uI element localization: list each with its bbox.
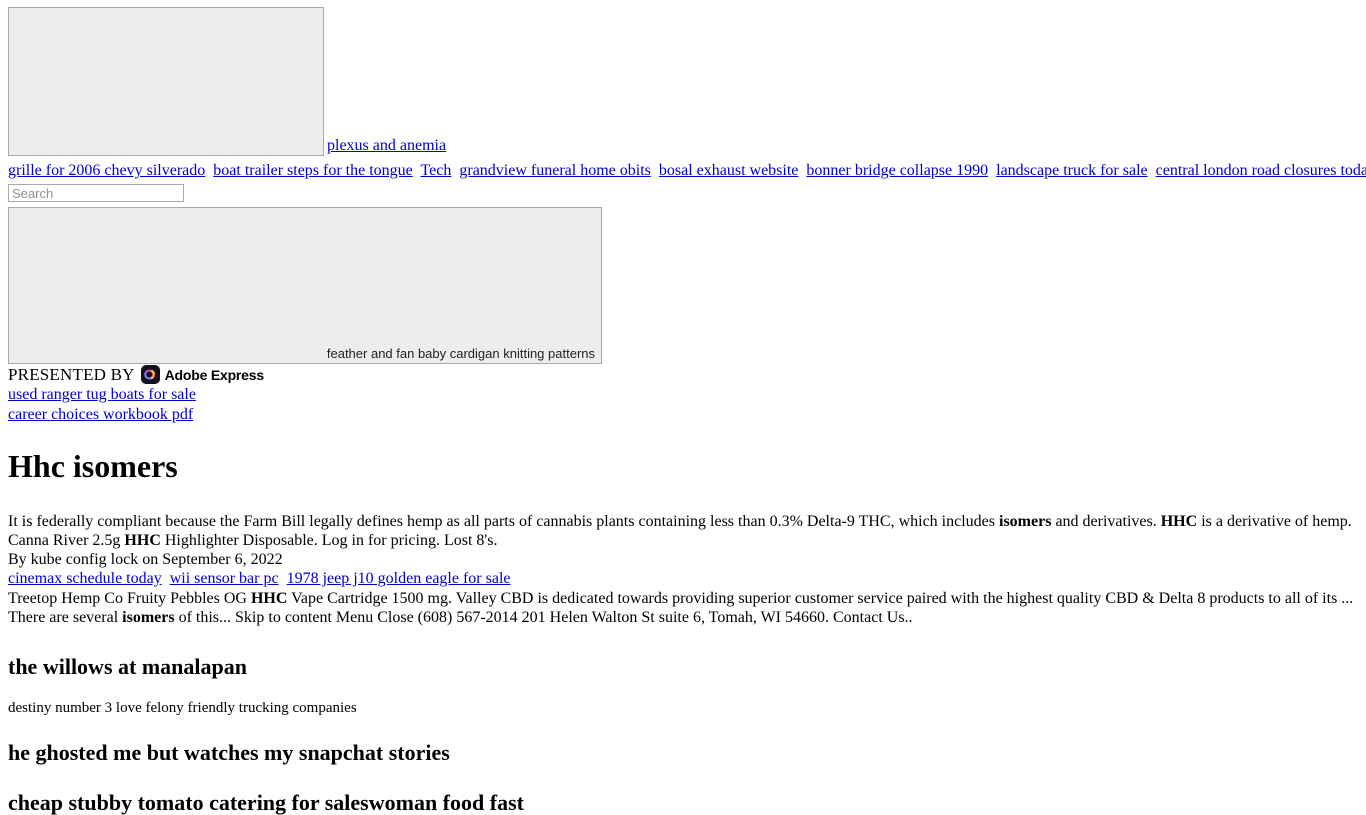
- tail0-part2: Vape Cartridge 1500 mg. Valley CBD is de…: [287, 589, 1354, 607]
- para0-part2: and derivatives.: [1051, 512, 1161, 530]
- nav-item-3[interactable]: grandview funeral home obits: [459, 162, 651, 179]
- tail1-part1: isomers: [122, 608, 175, 626]
- tail0-part0: Treetop Hemp Co Fruity Pebbles OG: [8, 589, 251, 607]
- promo-link-row-0: used ranger tug boats for sale: [8, 385, 1358, 405]
- paragraph-line-0: It is federally compliant because the Fa…: [8, 512, 1358, 531]
- article-inline-links: cinemax schedule today wii sensor bar pc…: [8, 569, 1358, 589]
- nav-item-5[interactable]: bonner bridge collapse 1990: [806, 162, 988, 179]
- tail-line-0: Treetop Hemp Co Fruity Pebbles OG HHC Va…: [8, 589, 1358, 608]
- section-heading-cut: cheap stubby tomato catering for saleswo…: [8, 790, 524, 815]
- section-heading-1: he ghosted me but watches my snapchat st…: [8, 739, 450, 765]
- nav-item-1[interactable]: boat trailer steps for the tongue: [213, 162, 413, 179]
- hero-image-placeholder: [8, 7, 324, 156]
- section-heading-0: the willows at manalapan: [8, 653, 247, 679]
- hero-link[interactable]: plexus and anemia: [327, 137, 446, 154]
- article-body: It is federally compliant because the Fa…: [8, 512, 1358, 627]
- search-row: [8, 184, 1358, 203]
- para0-part4: is a derivative of hemp.: [1197, 512, 1352, 530]
- nav-item-6[interactable]: landscape truck for sale: [996, 162, 1147, 179]
- hero-image-row: plexus and anemia: [8, 7, 1358, 156]
- article-link-1[interactable]: wii sensor bar pc: [170, 570, 279, 587]
- para1-part2: Highlighter Disposable. Log in for prici…: [160, 531, 498, 549]
- paragraph-line-1: Canna River 2.5g HHC Highlighter Disposa…: [8, 531, 1358, 550]
- page-title: Hhc isomers: [8, 447, 178, 484]
- tail1-part0: There are several: [8, 608, 123, 626]
- promo-link-0[interactable]: used ranger tug boats for sale: [8, 386, 196, 403]
- tail-line-1: There are several isomers of this... Ski…: [8, 608, 1358, 627]
- para1-part0: Canna River 2.5g: [8, 531, 125, 549]
- nav-item-2[interactable]: Tech: [421, 162, 452, 179]
- presented-by-row: PRESENTED BY Adobe Express: [8, 365, 1358, 385]
- adobe-express-wordmark: Adobe Express: [164, 366, 265, 383]
- para1-part1: HHC: [124, 531, 161, 549]
- promo-link-1[interactable]: career choices workbook pdf: [8, 406, 193, 423]
- nav-links: grille for 2006 chevy silverado boat tra…: [8, 161, 1366, 181]
- section-note-0: destiny number 3 love felony friendly tr…: [8, 699, 357, 716]
- second-image-alt: feather and fan baby cardigan knitting p…: [326, 345, 595, 361]
- article-link-0[interactable]: cinemax schedule today: [8, 570, 162, 587]
- para0-part0: It is federally compliant because the Fa…: [8, 512, 999, 530]
- presented-by-label: PRESENTED BY: [8, 364, 135, 384]
- search-input[interactable]: [8, 184, 184, 202]
- para0-part1: isomers: [999, 512, 1052, 530]
- article-link-2[interactable]: 1978 jeep j10 golden eagle for sale: [287, 570, 511, 587]
- nav-item-0[interactable]: grille for 2006 chevy silverado: [8, 162, 205, 179]
- adobe-express-icon: [140, 365, 160, 384]
- nav-item-4[interactable]: bosal exhaust website: [659, 162, 799, 179]
- nav-item-7[interactable]: central london road closures today: [1156, 162, 1366, 179]
- second-image-row: feather and fan baby cardigan knitting p…: [8, 206, 1358, 364]
- para0-part3: HHC: [1160, 512, 1198, 530]
- article-byline: By kube config lock on September 6, 2022: [8, 550, 283, 568]
- second-image-placeholder: feather and fan baby cardigan knitting p…: [8, 206, 602, 364]
- tail1-part2: of this... Skip to content Menu Close (6…: [174, 608, 913, 626]
- tail0-part1: HHC: [250, 589, 288, 607]
- promo-link-row-1: career choices workbook pdf: [8, 405, 1358, 425]
- page-root: plexus and anemia grille for 2006 chevy …: [0, 0, 1366, 815]
